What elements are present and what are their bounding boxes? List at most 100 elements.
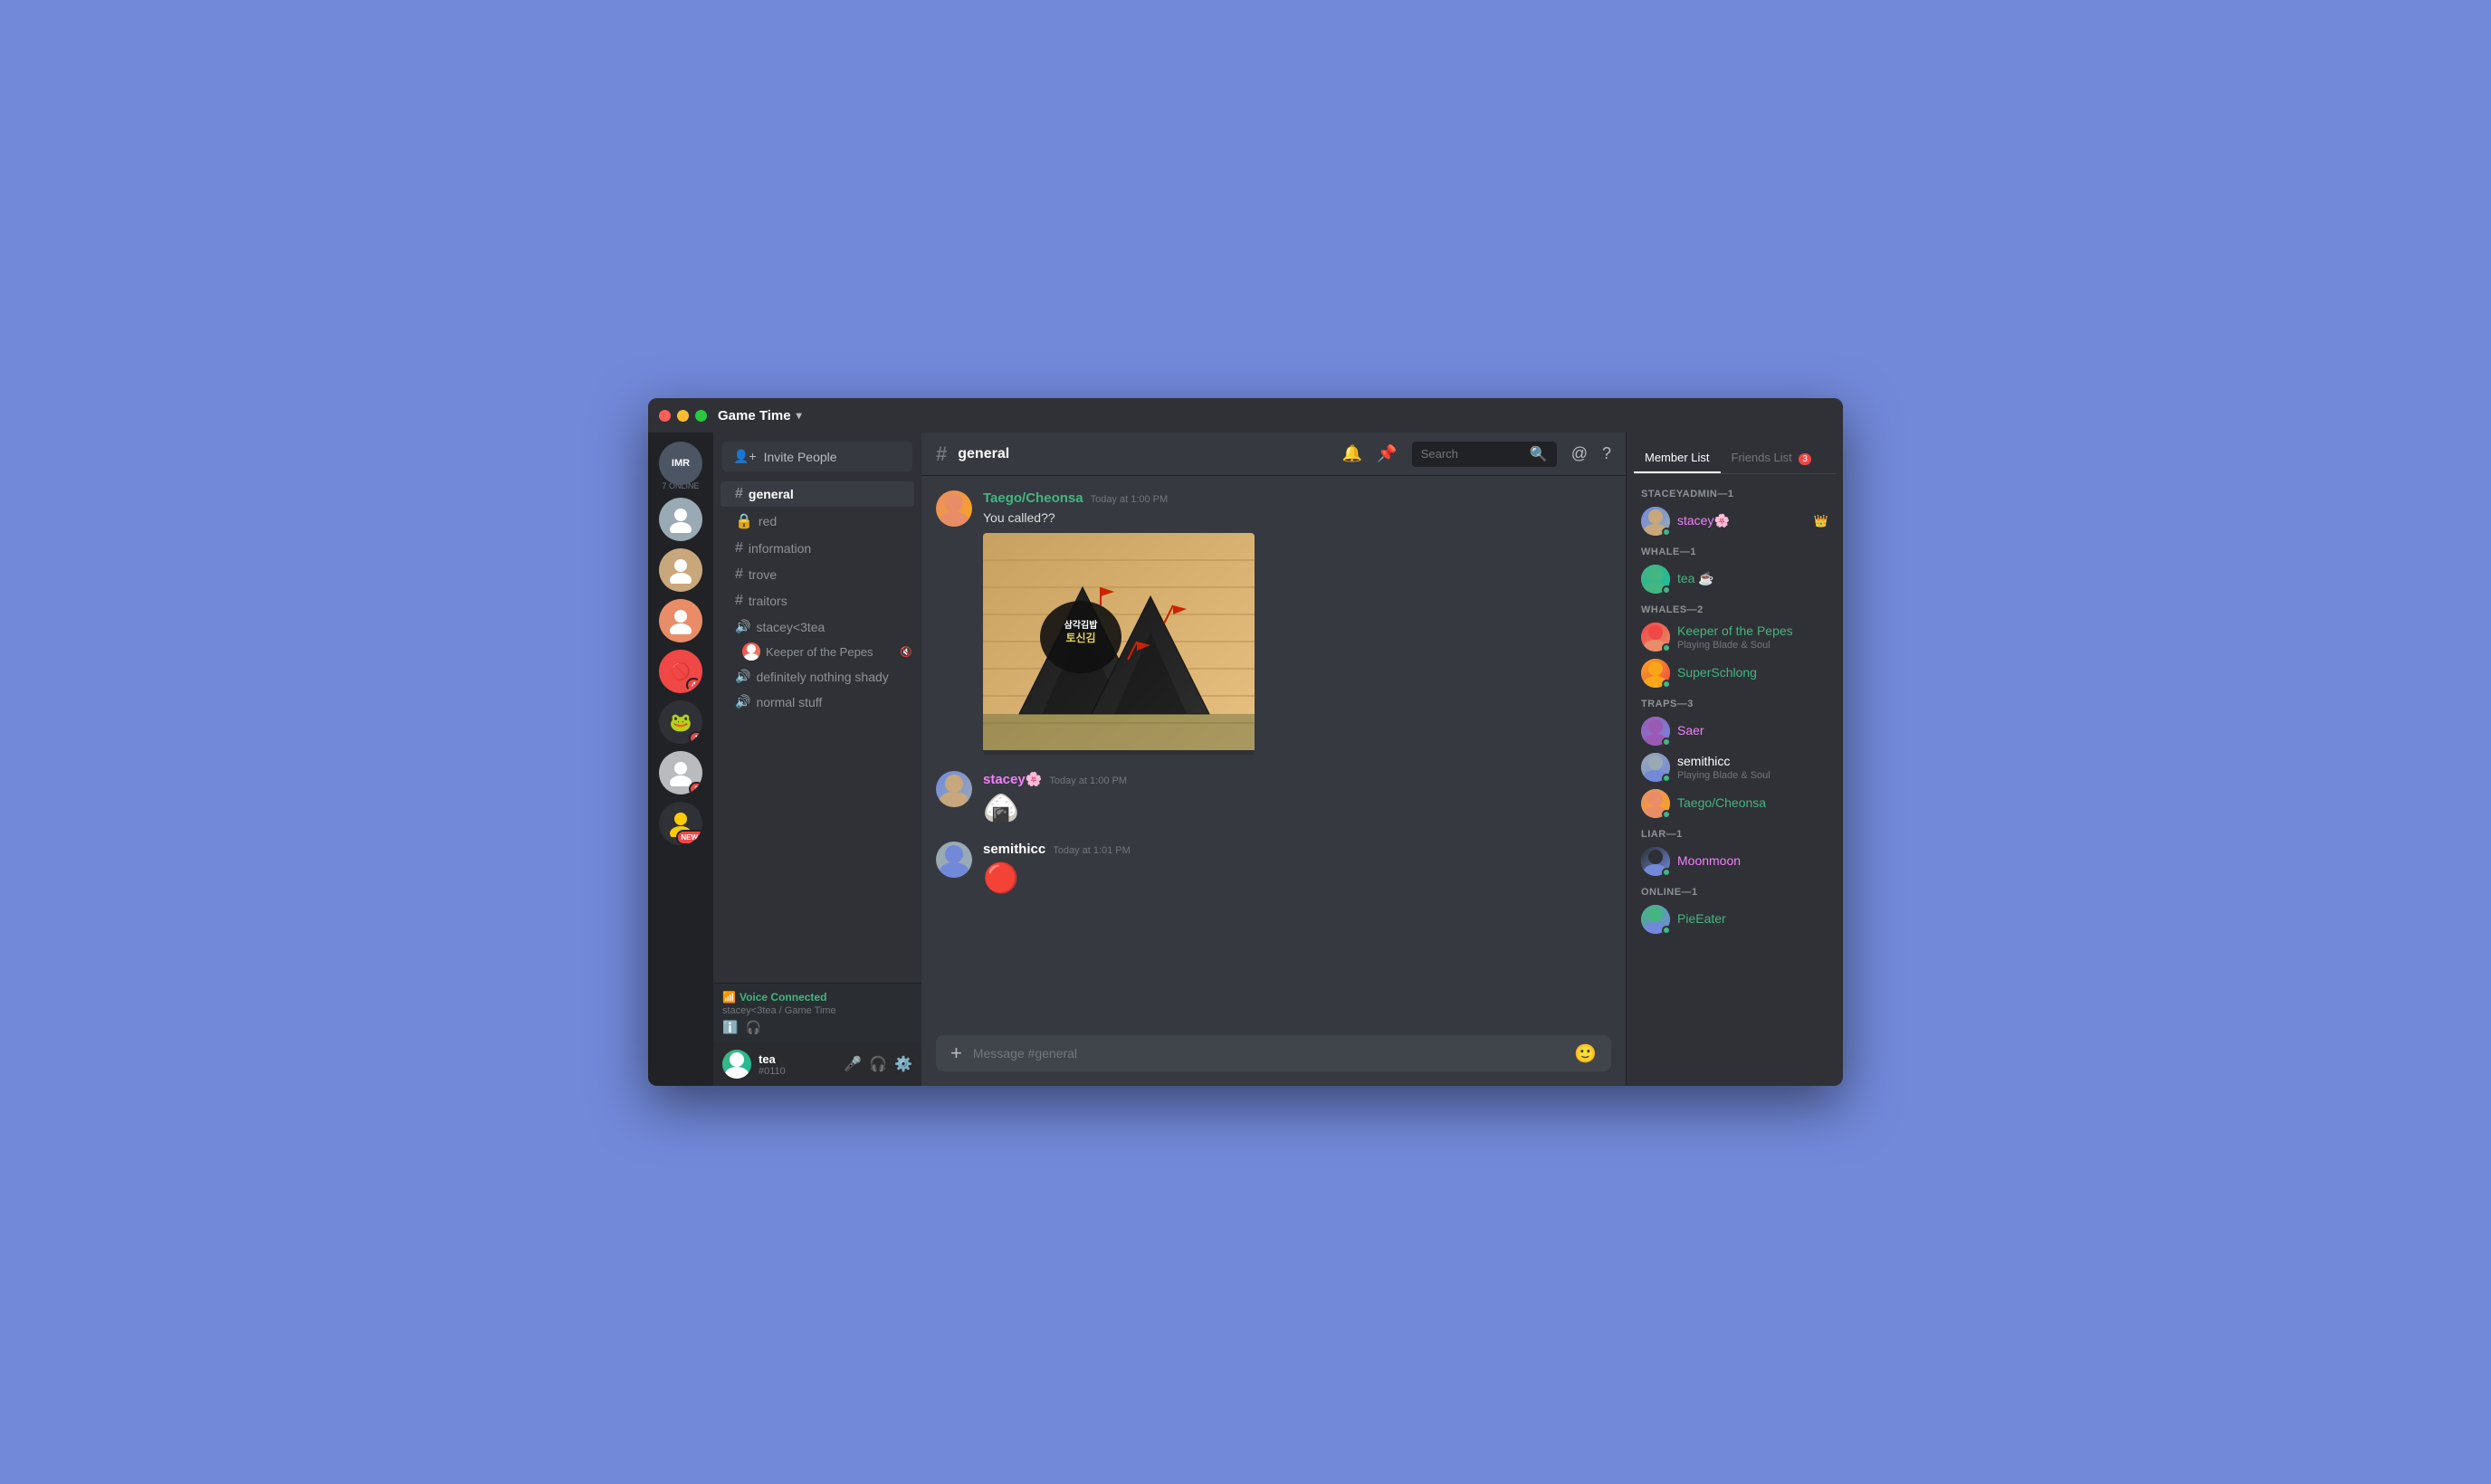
- voice-channel-stacey3tea[interactable]: 🔊 stacey<3tea: [721, 614, 914, 639]
- channel-item-information[interactable]: # information: [721, 536, 914, 561]
- mute-icon: 🔇: [900, 646, 912, 658]
- food-image: 삼각김밥 토신김: [983, 533, 1255, 750]
- message-text-input[interactable]: [973, 1035, 1563, 1071]
- msg-image-1: 삼각김밥 토신김: [983, 533, 1255, 755]
- mention-icon[interactable]: @: [1571, 444, 1588, 463]
- server-icon-3[interactable]: [659, 599, 702, 642]
- msg-author-1: Taego/Cheonsa: [983, 490, 1083, 506]
- window-controls: [659, 410, 707, 422]
- message-input-box: + 🙂: [936, 1035, 1611, 1071]
- user-bar: tea #0110 🎤 🎧 ⚙️: [713, 1042, 921, 1086]
- member-name-tea: tea ☕: [1677, 571, 1714, 585]
- maximize-button[interactable]: [695, 410, 707, 422]
- message-list: Taego/Cheonsa Today at 1:00 PM You calle…: [921, 476, 1626, 1035]
- member-item-keeper[interactable]: Keeper of the Pepes Playing Blade & Soul: [1634, 619, 1836, 655]
- headset-icon[interactable]: 🎧: [869, 1055, 887, 1073]
- settings-icon[interactable]: ⚙️: [894, 1055, 912, 1073]
- member-name-area-tea: tea ☕: [1677, 571, 1828, 587]
- message-input-area: + 🙂: [921, 1035, 1626, 1086]
- channel-item-traitors[interactable]: # traitors: [721, 588, 914, 614]
- close-button[interactable]: [659, 410, 671, 422]
- member-name-area-super: SuperSchlong: [1677, 665, 1828, 681]
- chat-header: # general 🔔 📌 🔍 @ ?: [921, 433, 1626, 476]
- member-item-moon[interactable]: Moonmoon: [1634, 843, 1836, 880]
- main-layout: IMR 7 ONLINE 🚫 4 🐸 1: [648, 433, 1843, 1086]
- help-icon[interactable]: ?: [1602, 444, 1611, 463]
- pin-icon[interactable]: 📌: [1377, 444, 1397, 463]
- voice-channel-name-nothingshady: definitely nothing shady: [756, 670, 888, 684]
- voice-member-keeper[interactable]: Keeper of the Pepes 🔇: [713, 640, 921, 663]
- user-bar-controls: 🎤 🎧 ⚙️: [844, 1055, 912, 1073]
- header-icons: 🔔 📌 🔍 @ ?: [1342, 442, 1611, 467]
- channel-item-red[interactable]: 🔒 red: [721, 508, 914, 535]
- server-icon-5[interactable]: 🐸 1: [659, 700, 702, 744]
- member-avatar-moon: [1641, 847, 1670, 876]
- server-icon-2[interactable]: [659, 548, 702, 592]
- member-list: Member List Friends List 3 STACEYADMIN—1…: [1626, 433, 1843, 1086]
- server-icon-7[interactable]: NEW↓: [659, 802, 702, 845]
- channel-hash-icon: #: [936, 442, 947, 466]
- status-dot-stacey: [1662, 528, 1671, 537]
- search-input[interactable]: [1421, 447, 1524, 461]
- member-name-area-moon: Moonmoon: [1677, 853, 1828, 870]
- channel-item-trove[interactable]: # trove: [721, 562, 914, 587]
- invite-people-button[interactable]: 👤+ Invite People: [722, 442, 912, 471]
- channel-sidebar: 👤+ Invite People # general 🔒 red # infor…: [713, 433, 921, 1086]
- member-name-area-keeper: Keeper of the Pepes Playing Blade & Soul: [1677, 623, 1828, 651]
- msg-author-3: semithicc: [983, 842, 1045, 857]
- channel-name-information: information: [749, 541, 811, 556]
- message-group-2: stacey🌸 Today at 1:00 PM 🍙: [936, 771, 1611, 825]
- member-avatar-pieeater: [1641, 905, 1670, 934]
- voice-connected-status: 📶 Voice Connected: [722, 991, 912, 1004]
- server-icon-1[interactable]: [659, 498, 702, 541]
- member-item-semithicc[interactable]: semithicc Playing Blade & Soul: [1634, 749, 1836, 785]
- voice-channel-normalstuff[interactable]: 🔊 normal stuff: [721, 690, 914, 714]
- microphone-icon[interactable]: 🎤: [844, 1055, 862, 1073]
- member-name-taego: Taego/Cheonsa: [1677, 795, 1766, 810]
- server-title[interactable]: Game Time ▾: [718, 408, 917, 423]
- search-bar[interactable]: 🔍: [1412, 442, 1557, 467]
- member-item-pieeater[interactable]: PieEater: [1634, 901, 1836, 937]
- minimize-button[interactable]: [677, 410, 689, 422]
- section-title-whale: WHALE—1: [1641, 547, 1828, 557]
- section-title-whales: WHALES—2: [1641, 604, 1828, 615]
- tab-friends-list[interactable]: Friends List 3: [1721, 443, 1822, 473]
- server-imr: IMR 7 ONLINE: [659, 442, 702, 490]
- server-icon-4[interactable]: 🚫 4: [659, 650, 702, 693]
- voice-channel-name-stacey3tea: stacey<3tea: [756, 620, 825, 634]
- server-badge-5: 1: [689, 731, 702, 744]
- member-item-taego[interactable]: Taego/Cheonsa: [1634, 785, 1836, 822]
- msg-timestamp-1: Today at 1:00 PM: [1091, 494, 1169, 505]
- voice-headphones-icon[interactable]: 🎧: [745, 1020, 760, 1035]
- emoji-picker-icon[interactable]: 🙂: [1574, 1042, 1597, 1065]
- section-title-liar: LIAR—1: [1641, 829, 1828, 840]
- tab-friends-list-label: Friends List: [1732, 451, 1792, 464]
- channel-item-general[interactable]: # general: [721, 481, 914, 507]
- user-info: tea #0110: [759, 1052, 836, 1077]
- member-item-tea[interactable]: tea ☕: [1634, 561, 1836, 597]
- member-name-moon: Moonmoon: [1677, 853, 1741, 868]
- member-item-stacey[interactable]: stacey🌸 👑: [1634, 503, 1836, 539]
- server-name: Game Time: [718, 408, 791, 423]
- bell-icon[interactable]: 🔔: [1342, 444, 1362, 463]
- voice-info-icon[interactable]: ℹ️: [722, 1020, 738, 1035]
- server-icon-6[interactable]: 2: [659, 751, 702, 794]
- member-name-area-saer: Saer: [1677, 723, 1828, 739]
- tab-member-list[interactable]: Member List: [1634, 443, 1721, 473]
- server-badge-7: NEW↓: [676, 830, 702, 845]
- member-name-area-semithicc: semithicc Playing Blade & Soul: [1677, 754, 1828, 781]
- add-attachment-icon[interactable]: +: [950, 1042, 962, 1065]
- member-item-saer[interactable]: Saer: [1634, 713, 1836, 749]
- channel-name-traitors: traitors: [749, 594, 787, 608]
- member-item-super[interactable]: SuperSchlong: [1634, 655, 1836, 691]
- msg-header-2: stacey🌸 Today at 1:00 PM: [983, 771, 1611, 787]
- chevron-down-icon: ▾: [797, 409, 802, 422]
- voice-connected-channel: stacey<3tea / Game Time: [722, 1005, 912, 1016]
- msg-content-3: semithicc Today at 1:01 PM 🔴: [983, 842, 1611, 895]
- server-label-imr: IMR: [672, 458, 690, 469]
- server-icon-imr[interactable]: IMR: [659, 442, 702, 485]
- voice-channel-nothingshady[interactable]: 🔊 definitely nothing shady: [721, 664, 914, 689]
- server-badge-4: 4: [686, 678, 701, 692]
- voice-channel-name-normalstuff: normal stuff: [756, 695, 822, 709]
- member-name-keeper: Keeper of the Pepes: [1677, 623, 1793, 638]
